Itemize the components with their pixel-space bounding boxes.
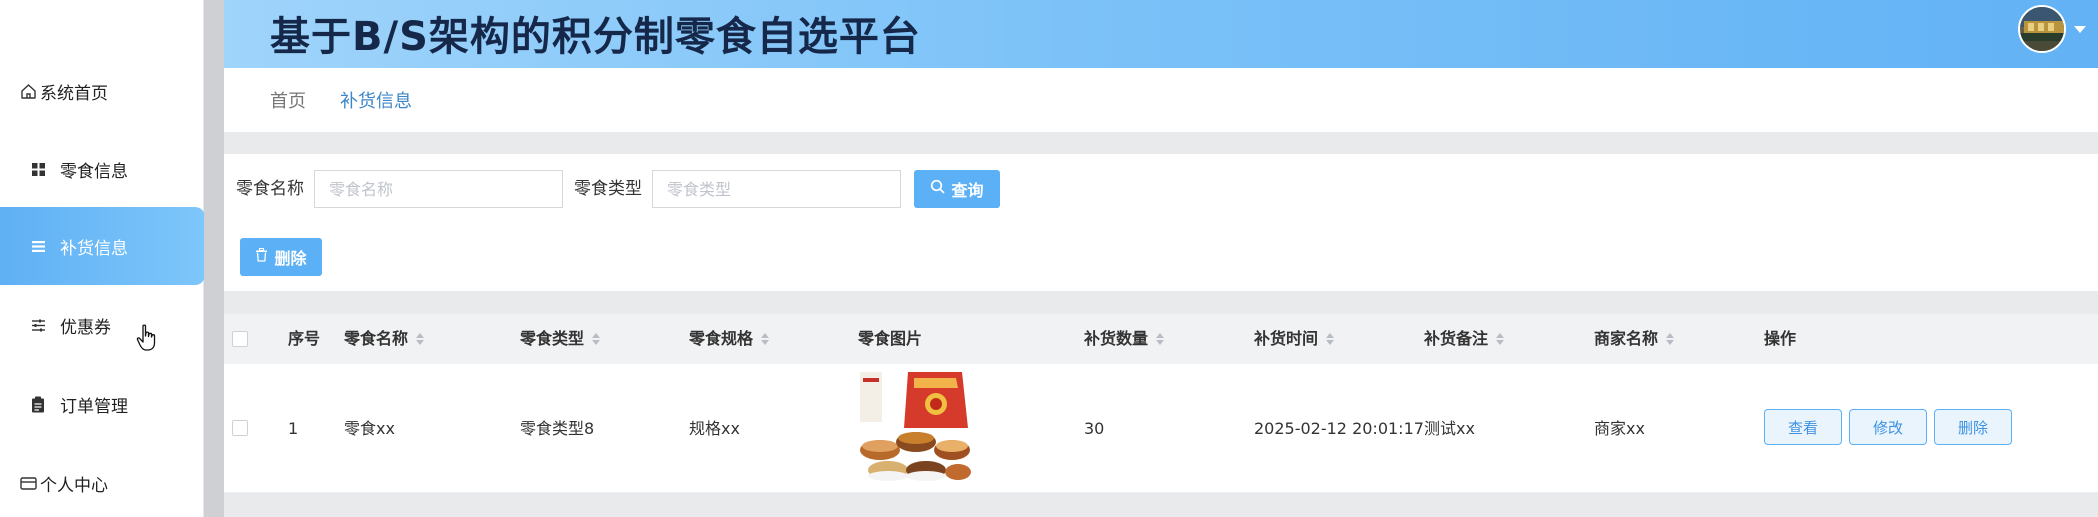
- sidebar-item-home[interactable]: 系统首页: [0, 52, 205, 130]
- sliders-icon: [28, 315, 48, 335]
- home-icon: [18, 81, 38, 101]
- breadcrumb: 首页 补货信息: [224, 68, 2098, 132]
- view-button[interactable]: 查看: [1764, 409, 1842, 445]
- column-header-index: 序号: [288, 329, 321, 348]
- sidebar-item-profile[interactable]: 个人中心: [0, 444, 205, 517]
- snack-name-label: 零食名称: [236, 179, 304, 199]
- column-header-image: 零食图片: [858, 329, 923, 348]
- column-header-type[interactable]: 零食类型: [520, 314, 601, 364]
- column-header-merchant[interactable]: 商家名称: [1594, 314, 1675, 364]
- snack-type-input[interactable]: [652, 170, 901, 208]
- query-button-label: 查询: [951, 183, 984, 200]
- chevron-down-icon[interactable]: [2074, 26, 2086, 33]
- query-button[interactable]: 查询: [914, 170, 1000, 208]
- avatar[interactable]: [2018, 5, 2066, 53]
- sort-icon[interactable]: [1496, 333, 1505, 345]
- cell-type: 零食类型8: [520, 419, 595, 438]
- card-icon: [18, 473, 38, 493]
- clipboard-icon: [28, 394, 48, 414]
- cell-merchant: 商家xx: [1594, 419, 1645, 438]
- bulk-delete-button[interactable]: 删除: [240, 238, 322, 276]
- sidebar-item-restock[interactable]: 补货信息: [0, 207, 205, 285]
- edit-button[interactable]: 修改: [1849, 409, 1927, 445]
- sort-icon[interactable]: [592, 333, 601, 345]
- snack-product-image: [858, 368, 972, 483]
- sidebar-gutter: [204, 0, 224, 517]
- table-row: 1 零食xx 零食类型8 规格xx 30 2025-02-12 20:01:17…: [224, 364, 2098, 493]
- sidebar-item-orders[interactable]: 订单管理: [0, 365, 205, 443]
- search-panel: 零食名称 零食类型 查询 删除: [224, 154, 2098, 291]
- column-header-quantity[interactable]: 补货数量: [1084, 314, 1165, 364]
- breadcrumb-current: 补货信息: [340, 91, 412, 112]
- sidebar-item-snacks[interactable]: 零食信息: [0, 130, 205, 208]
- sidebar: 系统首页 零食信息 补货信息 优惠券 订单管理 个人中心: [0, 0, 205, 517]
- cell-index: 1: [288, 419, 299, 438]
- column-header-actions: 操作: [1764, 329, 1797, 348]
- snack-type-label: 零食类型: [574, 179, 642, 199]
- grid-icon: [28, 159, 48, 179]
- row-checkbox[interactable]: [232, 420, 248, 436]
- snack-name-input[interactable]: [314, 170, 563, 208]
- cell-quantity: 30: [1084, 419, 1105, 438]
- column-header-spec[interactable]: 零食规格: [689, 314, 770, 364]
- sidebar-item-label: 零食信息: [60, 161, 128, 182]
- cell-note: 测试xx: [1424, 419, 1475, 438]
- trash-icon: [255, 247, 268, 267]
- sort-icon[interactable]: [416, 333, 425, 345]
- sidebar-item-label: 补货信息: [60, 238, 128, 259]
- delete-button[interactable]: 删除: [1934, 409, 2012, 445]
- column-header-time[interactable]: 补货时间: [1254, 314, 1335, 364]
- column-header-name[interactable]: 零食名称: [344, 314, 425, 364]
- bulk-delete-label: 删除: [274, 251, 307, 268]
- sidebar-item-label: 优惠券: [60, 317, 111, 338]
- breadcrumb-home[interactable]: 首页: [270, 87, 306, 113]
- list-icon: [28, 236, 48, 256]
- sort-icon[interactable]: [1326, 333, 1335, 345]
- sidebar-item-label: 个人中心: [40, 475, 108, 496]
- cell-name: 零食xx: [344, 419, 395, 438]
- restock-table: 序号 零食名称 零食类型 零食规格 零食图片 补货数量 补货时间 补货备注 商家…: [224, 314, 2098, 493]
- sort-icon[interactable]: [1156, 333, 1165, 345]
- table-header: 序号 零食名称 零食类型 零食规格 零食图片 补货数量 补货时间 补货备注 商家…: [224, 314, 2098, 364]
- cell-time: 2025-02-12 20:01:17: [1254, 419, 1424, 438]
- hand-pointer-icon: [136, 324, 158, 356]
- top-header: 基于B/S架构的积分制零食自选平台: [224, 0, 2098, 68]
- app-title: 基于B/S架构的积分制零食自选平台: [270, 14, 921, 60]
- sidebar-item-coupons[interactable]: 优惠券: [0, 286, 205, 364]
- sort-icon[interactable]: [761, 333, 770, 345]
- sidebar-item-label: 订单管理: [60, 396, 128, 417]
- sort-icon[interactable]: [1666, 333, 1675, 345]
- search-icon: [930, 179, 945, 199]
- sidebar-item-label: 系统首页: [40, 83, 108, 104]
- column-header-note[interactable]: 补货备注: [1424, 314, 1505, 364]
- select-all-checkbox[interactable]: [232, 331, 248, 347]
- cell-spec: 规格xx: [689, 419, 740, 438]
